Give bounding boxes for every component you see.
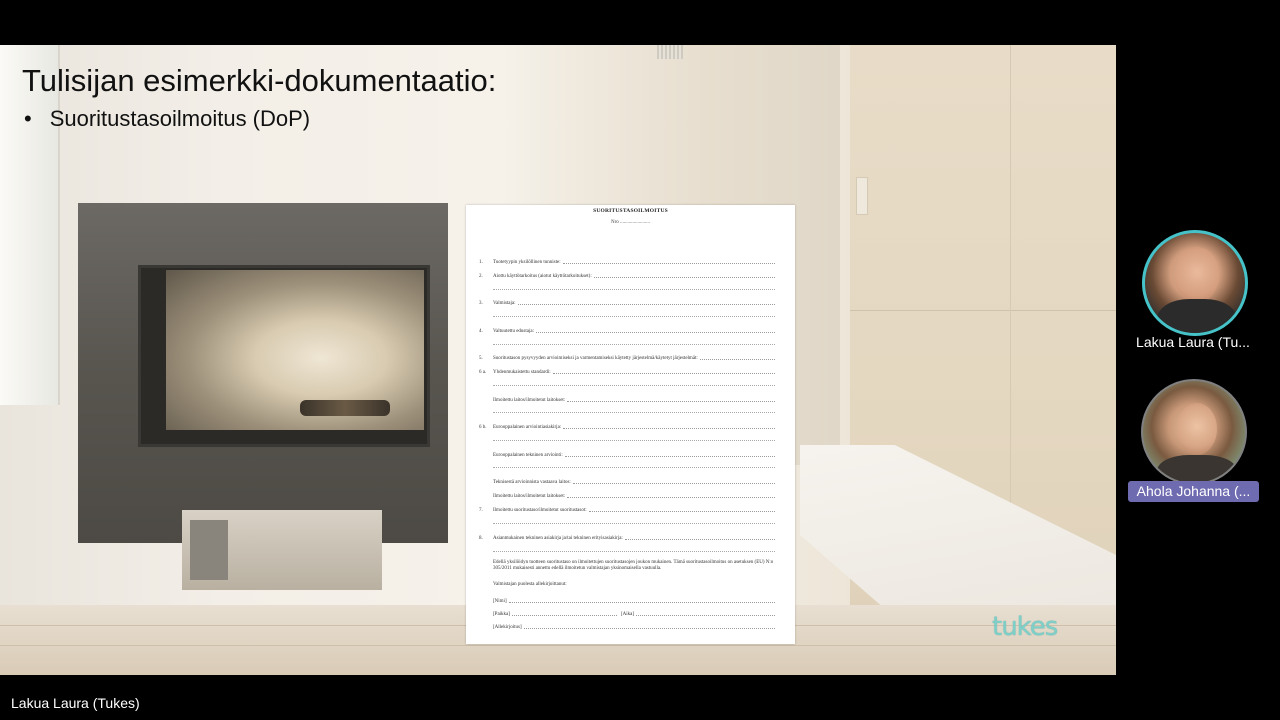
document-row: 2. Aiottu käyttötarkoitus (aiotut käyttö… (479, 270, 775, 279)
fireplace-base-opening (190, 520, 228, 580)
dop-document: SUORITUSTASOILMOITUS Nro ...............… (466, 205, 795, 644)
light-switch (856, 177, 868, 215)
participant-avatar[interactable] (1142, 230, 1248, 336)
row-label: Valmistaja: (493, 301, 516, 306)
document-row: Ilmoitettu laitos/ilmoitetut laitokset: (479, 394, 775, 403)
row-number: 6 b. (479, 425, 487, 430)
fill-line (493, 523, 775, 524)
row-label: Ilmoitettu laitos/ilmoitetut laitokset: (493, 398, 566, 403)
row-label: Aiottu käyttötarkoitus (aiotut käyttötar… (493, 274, 592, 279)
fill-line (493, 412, 775, 413)
fill-line (563, 424, 775, 429)
signature-row: [Paikka] [Aika] (493, 608, 775, 617)
bullet-text: Suoritustasoilmoitus (DoP) (49, 106, 311, 131)
shoulders (1157, 299, 1237, 333)
fill-line (567, 397, 775, 402)
fill-line (493, 551, 775, 552)
participant-avatar[interactable] (1141, 379, 1247, 485)
fill-line (624, 535, 775, 540)
row-label: Valtuutettu edustaja: (493, 329, 534, 334)
fill-line (517, 300, 775, 305)
date-field-label: [Aika] (620, 612, 635, 617)
document-number: Nro ........................ (610, 220, 651, 225)
fill-line (493, 385, 775, 386)
row-label: Suoritustason pysyvyyden arvioimiseksi j… (493, 356, 698, 361)
participant-name: Lakua Laura (Tu... (1136, 334, 1250, 350)
row-label: Eurooppalainen arviointiasiakirja: (493, 425, 562, 430)
document-row: 6 a. Yhdenmukaistettu standardi: (479, 366, 775, 375)
document-row: 1. Tuotetyypin yksilöllinen tunniste: (479, 256, 775, 265)
row-label: Ilmoitettu laitos/ilmoitetut laitokset: (493, 494, 566, 499)
document-row: Teknisestä arvioinnista vastaava laitos: (479, 476, 775, 485)
row-number: 1. (479, 260, 483, 265)
document-row: Ilmoitettu laitos/ilmoitetut laitokset: (479, 490, 775, 499)
tukes-logo: tukes (992, 612, 1058, 642)
fill-line (699, 355, 775, 360)
row-label: Eurooppalainen tekninen arviointi: (493, 453, 563, 458)
wall-seam (850, 310, 1116, 311)
document-row: 8. Asianmukainen tekninen asiakirja ja/t… (479, 532, 775, 541)
slide-title: Tulisijan esimerkki-dokumentaatio: (22, 63, 497, 98)
signed-for-label: Valmistajan puolesta allekirjoittanut: (493, 582, 567, 587)
document-row: Eurooppalainen tekninen arviointi: (479, 449, 775, 458)
floor-board (0, 645, 1116, 646)
document-row: 4. Valtuutettu edustaja: (479, 325, 775, 334)
fill-line (588, 507, 775, 512)
bullet-icon: • (24, 106, 32, 131)
row-label: Ilmoitettu suoritustaso/ilmoitetut suori… (493, 508, 587, 513)
fill-line (493, 289, 775, 290)
declaration-text: Edellä yksilöidyn tuotteen suoritustaso … (493, 560, 774, 571)
fill-line (493, 316, 775, 317)
name-field-label: [Nimi] (493, 599, 507, 604)
row-label: Yhdenmukaistettu standardi: (493, 370, 551, 375)
fill-line (636, 611, 775, 616)
fill-line (493, 440, 775, 441)
document-title: SUORITUSTASOILMOITUS (593, 208, 668, 214)
document-row: 6 b. Eurooppalainen arviointiasiakirja: (479, 421, 775, 430)
fill-line (552, 369, 775, 374)
fill-line (593, 273, 775, 278)
document-row: 7. Ilmoitettu suoritustaso/ilmoitetut su… (479, 504, 775, 513)
place-field-label: [Paikka] (493, 612, 510, 617)
row-label: Asianmukainen tekninen asiakirja ja/tai … (493, 536, 623, 541)
fill-line (567, 493, 775, 498)
face (1175, 247, 1219, 303)
row-number: 5. (479, 356, 483, 361)
row-number: 8. (479, 536, 483, 541)
signature-row: [Allekirjoitus] (493, 621, 775, 630)
background-window (0, 45, 60, 405)
row-number: 7. (479, 508, 483, 513)
signature-field-label: [Allekirjoitus] (493, 625, 522, 630)
fill-line (535, 328, 775, 333)
row-number: 2. (479, 274, 483, 279)
signature-row: [Nimi] (493, 595, 775, 604)
row-number: 4. (479, 329, 483, 334)
fill-line (564, 452, 775, 457)
active-speaker-label: Lakua Laura (Tukes) (11, 695, 140, 711)
fill-line (572, 479, 775, 484)
row-label: Teknisestä arvioinnista vastaava laitos: (493, 480, 571, 485)
document-row: 5. Suoritustason pysyvyyden arvioimiseks… (479, 352, 775, 361)
face (1177, 403, 1217, 455)
fill-line (562, 259, 775, 264)
participant-name: Ahola Johanna (... (1128, 481, 1259, 502)
fill-line (511, 611, 617, 616)
fill-line (493, 344, 775, 345)
fill-line (493, 467, 775, 468)
fireplace-logs (300, 400, 390, 416)
background-vent (657, 45, 683, 59)
fill-line (508, 598, 775, 603)
row-number: 6 a. (479, 370, 487, 375)
document-row: 3. Valmistaja: (479, 297, 775, 306)
fill-line (523, 624, 775, 629)
slide-bullet: • Suoritustasoilmoitus (DoP) (24, 106, 310, 132)
row-label: Tuotetyypin yksilöllinen tunniste: (493, 260, 561, 265)
row-number: 3. (479, 301, 483, 306)
